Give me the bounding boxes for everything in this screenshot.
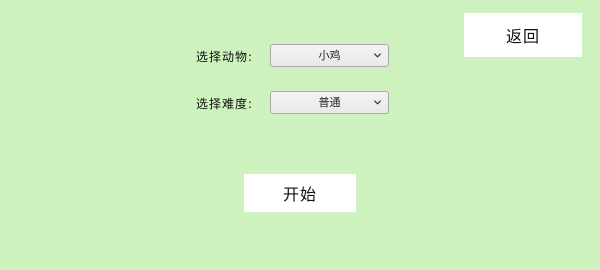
difficulty-settings-screen: { "header": { "back_label": "返回" }, "for…	[0, 0, 600, 270]
animal-select-label: 选择动物:	[196, 50, 254, 64]
start-button[interactable]: 开始	[244, 174, 356, 212]
difficulty-select[interactable]: 普通	[270, 91, 389, 114]
animal-select[interactable]: 小鸡	[270, 44, 389, 67]
difficulty-select-label: 选择难度:	[196, 97, 254, 111]
animal-select-value: 小鸡	[318, 49, 341, 62]
back-button[interactable]: 返回	[464, 13, 582, 57]
difficulty-select-value: 普通	[318, 96, 341, 109]
chevron-down-icon	[373, 53, 382, 58]
chevron-down-icon	[373, 100, 382, 105]
